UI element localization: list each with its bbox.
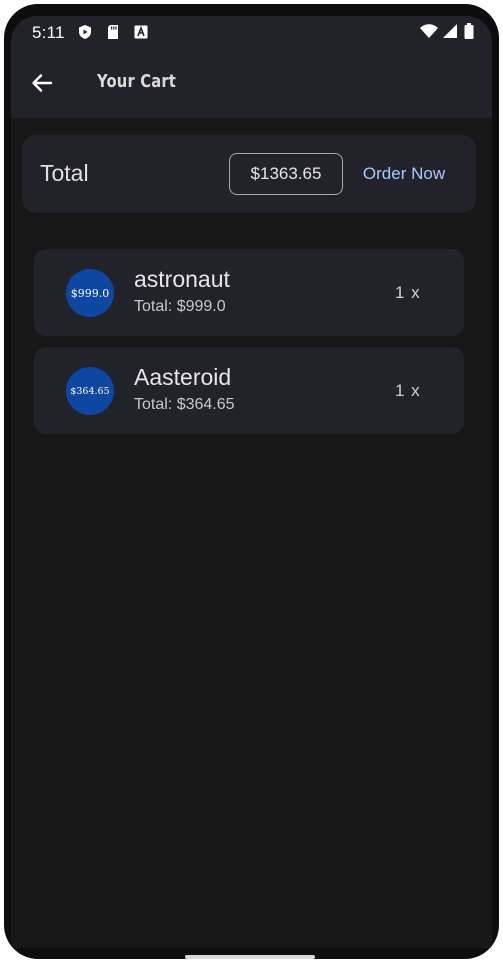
item-quantity: 1 x — [395, 283, 421, 302]
gesture-nav-handle[interactable] — [185, 955, 315, 959]
play-protect-icon — [77, 24, 93, 40]
sd-card-icon — [105, 24, 121, 40]
wifi-icon — [420, 23, 438, 39]
device: 5:11 Your Cart Total $1363.65 Order Now … — [0, 0, 503, 963]
item-name: Aasteroid — [134, 364, 232, 390]
cart-item[interactable]: $999.0 astronaut Total: $999.0 1 x — [34, 249, 464, 336]
status-icons-right — [420, 23, 474, 39]
signal-icon — [442, 23, 458, 39]
item-price-avatar: $364.65 — [66, 367, 114, 415]
total-label: Total — [40, 160, 89, 186]
app-screen: 5:11 Your Cart Total $1363.65 Order Now … — [11, 16, 492, 948]
page-title: Your Cart — [97, 71, 177, 92]
phone-frame: 5:11 Your Cart Total $1363.65 Order Now … — [4, 4, 499, 959]
item-total: Total: $364.65 — [134, 396, 235, 413]
total-amount-chip: $1363.65 — [229, 153, 343, 195]
accessibility-a-icon — [133, 24, 149, 40]
battery-icon — [464, 23, 474, 39]
item-name: astronaut — [134, 266, 230, 292]
cart-total-card: Total $1363.65 Order Now — [22, 135, 476, 213]
item-total: Total: $999.0 — [134, 298, 226, 315]
cart-item[interactable]: $364.65 Aasteroid Total: $364.65 1 x — [34, 347, 464, 434]
back-button[interactable] — [27, 70, 57, 100]
order-now-button[interactable]: Order Now — [352, 155, 456, 193]
item-price-avatar: $999.0 — [66, 269, 114, 317]
status-time: 5:11 — [32, 23, 65, 42]
status-icons-left — [77, 24, 149, 40]
arrow-left-icon — [31, 72, 53, 99]
app-bar: Your Cart — [11, 52, 492, 118]
status-bar: 5:11 — [11, 16, 492, 52]
item-quantity: 1 x — [395, 381, 421, 400]
